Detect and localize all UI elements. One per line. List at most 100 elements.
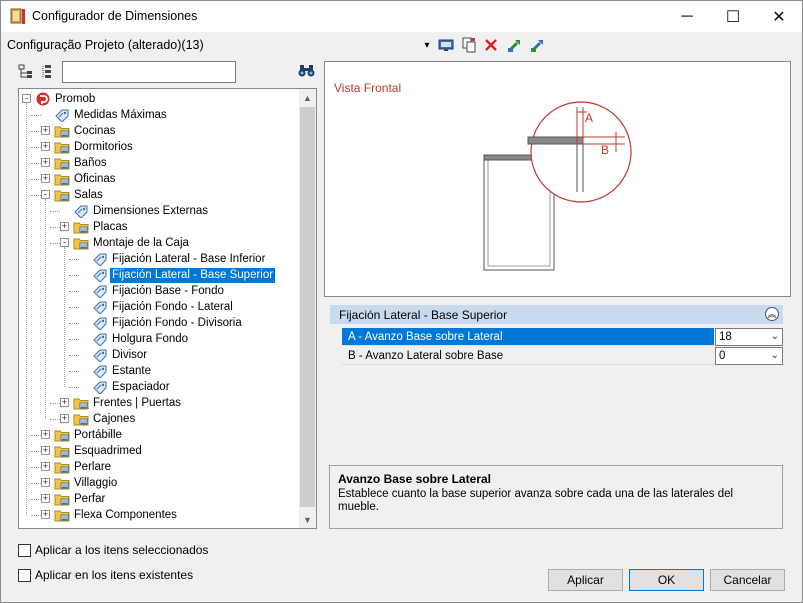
tree-item[interactable]: Dormitorios bbox=[54, 139, 135, 155]
tree-search-input[interactable] bbox=[62, 61, 236, 83]
minimize-button[interactable]: ─ bbox=[664, 1, 710, 32]
tree-item[interactable]: Fijación Lateral - Base Superior bbox=[92, 266, 277, 284]
tree-item[interactable]: Baños bbox=[54, 155, 109, 171]
apply-selected-checkbox[interactable]: Aplicar a los itens seleccionados bbox=[18, 543, 208, 557]
tree-item-label: Holgura Fondo bbox=[112, 332, 189, 345]
tree-item[interactable]: Fijación Lateral - Base Inferior bbox=[92, 251, 267, 267]
tree-item[interactable]: Promob bbox=[35, 91, 97, 107]
tree-item-label: Salas bbox=[74, 188, 103, 201]
binoculars-search-icon[interactable] bbox=[298, 64, 315, 81]
export-icon[interactable] bbox=[529, 37, 547, 53]
tree-connector bbox=[50, 419, 60, 420]
property-value-select[interactable]: 18 ⌄ bbox=[715, 328, 783, 346]
tree-item[interactable]: Perlare bbox=[54, 459, 113, 475]
delete-icon[interactable] bbox=[483, 37, 499, 53]
configuration-name: Configuração Projeto (alterado)(13) bbox=[7, 38, 204, 52]
tag-icon bbox=[92, 300, 108, 315]
tree-item[interactable]: Fijación Fondo - Lateral bbox=[92, 299, 235, 315]
category-tree[interactable]: - Promob Medidas Máximas + Cocinas + Dormitori… bbox=[18, 88, 317, 529]
expand-node-icon[interactable]: + bbox=[41, 430, 50, 439]
tag-icon bbox=[92, 284, 108, 299]
folder-icon bbox=[54, 508, 70, 522]
collapse-chevron-icon[interactable]: ︽ bbox=[765, 307, 779, 321]
tree-item[interactable]: Oficinas bbox=[54, 171, 118, 187]
tree-item-label: Flexa Componentes bbox=[74, 508, 177, 521]
tree-item[interactable]: Montaje de la Caja bbox=[73, 235, 191, 251]
tree-item[interactable]: Divisor bbox=[92, 347, 149, 363]
preview-panel: Vista Frontal A B bbox=[324, 61, 791, 297]
tree-item[interactable]: Salas bbox=[54, 187, 105, 203]
expand-node-icon[interactable]: + bbox=[41, 494, 50, 503]
tree-item[interactable]: Fijación Fondo - Divisoria bbox=[92, 315, 244, 331]
property-value-select[interactable]: 0 ⌄ bbox=[715, 347, 783, 365]
tag-icon bbox=[92, 268, 108, 283]
cancel-button[interactable]: Cancelar bbox=[710, 569, 785, 591]
tree-item[interactable]: Cocinas bbox=[54, 123, 118, 139]
checkbox-box[interactable] bbox=[18, 568, 31, 582]
expand-node-icon[interactable]: + bbox=[60, 414, 69, 423]
folder-icon bbox=[73, 412, 89, 426]
property-row-b[interactable]: B - Avanzo Lateral sobre Base 0 ⌄ bbox=[342, 347, 783, 365]
maximize-button[interactable]: ☐ bbox=[710, 1, 756, 32]
tree-item[interactable]: Esquadrimed bbox=[54, 443, 144, 459]
expand-node-icon[interactable]: + bbox=[41, 142, 50, 151]
tree-item[interactable]: Holgura Fondo bbox=[92, 331, 190, 347]
expand-node-icon[interactable]: + bbox=[41, 158, 50, 167]
expand-node-icon[interactable]: + bbox=[41, 478, 50, 487]
tree-item[interactable]: Estante bbox=[92, 363, 153, 379]
expand-all-icon[interactable] bbox=[18, 64, 34, 83]
expand-node-icon[interactable]: + bbox=[41, 446, 50, 455]
ok-button[interactable]: OK bbox=[629, 569, 704, 591]
apply-button[interactable]: Aplicar bbox=[548, 569, 623, 591]
expand-node-icon[interactable]: + bbox=[41, 462, 50, 471]
tree-item[interactable]: Placas bbox=[73, 219, 130, 235]
expand-node-icon[interactable]: + bbox=[60, 222, 69, 231]
configuration-dropdown-button[interactable]: ▾ bbox=[421, 37, 433, 53]
property-row-a[interactable]: A - Avanzo Base sobre Lateral 18 ⌄ bbox=[342, 328, 783, 346]
dropdown-chevron-icon[interactable]: ⌄ bbox=[771, 348, 779, 364]
folder-icon bbox=[54, 188, 70, 202]
dropdown-chevron-icon[interactable]: ⌄ bbox=[771, 329, 779, 345]
tree-item[interactable]: Medidas Máximas bbox=[54, 107, 169, 123]
tag-icon bbox=[92, 348, 108, 363]
collapse-all-icon[interactable] bbox=[41, 64, 57, 83]
property-group-title: Fijación Lateral - Base Superior bbox=[339, 307, 508, 322]
tree-item[interactable]: Villaggio bbox=[54, 475, 119, 491]
tree-item[interactable]: Fijación Base - Fondo bbox=[92, 283, 226, 299]
dialog-window: Configurador de Dimensiones ─ ☐ ✕ Config… bbox=[0, 0, 803, 603]
tree-item[interactable]: Frentes | Puertas bbox=[73, 395, 183, 411]
tree-item-label: Perlare bbox=[74, 460, 112, 473]
tree-item[interactable]: Portábille bbox=[54, 427, 124, 443]
tag-icon bbox=[54, 108, 70, 123]
collapse-node-icon[interactable]: - bbox=[60, 238, 69, 247]
tree-item[interactable]: Cajones bbox=[73, 411, 137, 427]
apply-existing-checkbox[interactable]: Aplicar en los itens existentes bbox=[18, 568, 193, 582]
tree-item-label: Villaggio bbox=[74, 476, 118, 489]
collapse-node-icon[interactable]: - bbox=[22, 94, 31, 103]
tree-connector bbox=[31, 435, 41, 436]
expand-node-icon[interactable]: + bbox=[60, 398, 69, 407]
expand-node-icon[interactable]: + bbox=[41, 174, 50, 183]
checkbox-box[interactable] bbox=[18, 543, 31, 557]
tree-item[interactable]: Flexa Componentes bbox=[54, 507, 179, 523]
tree-item-label: Fijación Lateral - Base Inferior bbox=[112, 252, 266, 265]
close-button[interactable]: ✕ bbox=[756, 1, 802, 32]
scrollbar-thumb[interactable] bbox=[300, 107, 315, 507]
expand-node-icon[interactable]: + bbox=[41, 126, 50, 135]
tag-icon bbox=[73, 204, 89, 219]
tree-vertical-scrollbar[interactable]: ▲ ▼ bbox=[299, 89, 316, 528]
monitor-icon[interactable] bbox=[437, 37, 455, 53]
tree-connector bbox=[31, 467, 41, 468]
scroll-up-arrow-icon[interactable]: ▲ bbox=[299, 89, 316, 106]
tree-item-label: Montaje de la Caja bbox=[93, 236, 189, 249]
tree-connector bbox=[31, 115, 41, 116]
tree-item[interactable]: Dimensiones Externas bbox=[73, 203, 210, 219]
collapse-node-icon[interactable]: - bbox=[41, 190, 50, 199]
tree-item[interactable]: Perfar bbox=[54, 491, 107, 507]
tree-item[interactable]: Espaciador bbox=[92, 379, 172, 395]
expand-node-icon[interactable]: + bbox=[41, 510, 50, 519]
scroll-down-arrow-icon[interactable]: ▼ bbox=[299, 511, 316, 528]
copy-icon[interactable] bbox=[460, 37, 478, 53]
property-group-header[interactable]: Fijación Lateral - Base Superior ︽ bbox=[330, 305, 783, 324]
import-icon[interactable] bbox=[506, 37, 524, 53]
